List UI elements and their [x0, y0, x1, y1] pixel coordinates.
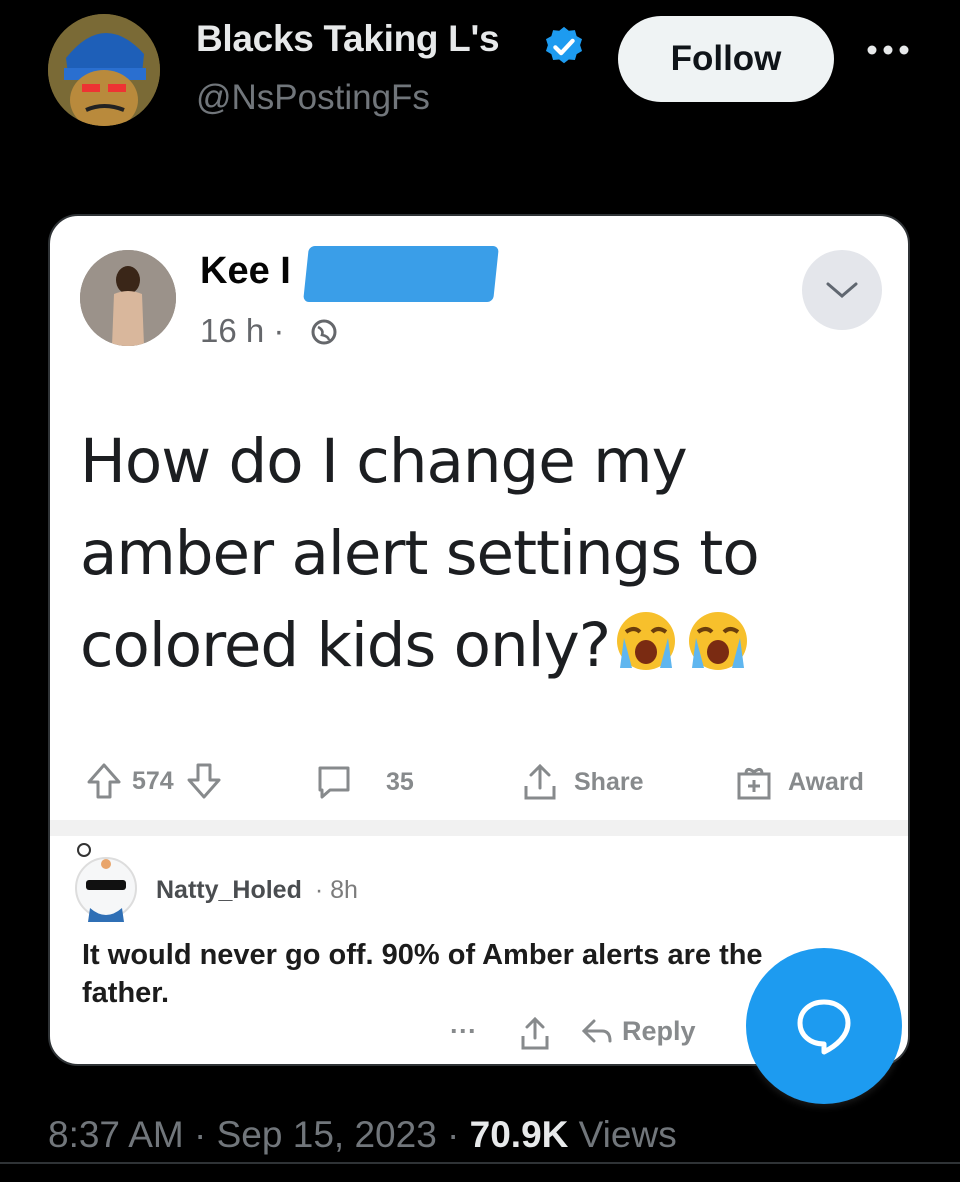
commenter-meta: Natty_Holed · 8h	[156, 876, 358, 905]
fb-post-line-1: How do I change my	[80, 426, 688, 497]
views-count: 70.9K	[469, 1114, 569, 1155]
comment-text: It would never go off. 90% of Amber aler…	[82, 939, 763, 1009]
follow-button[interactable]: Follow	[618, 16, 834, 102]
reply-arrow-icon	[581, 1019, 612, 1042]
globe-icon	[310, 318, 338, 346]
comment-reply-label: Reply	[622, 1016, 696, 1046]
author-name[interactable]: Blacks Taking L's	[196, 18, 500, 60]
more-options-icon[interactable]	[866, 42, 910, 58]
divider-line	[0, 1162, 960, 1164]
comment-more-options: ···	[450, 1016, 477, 1046]
commenter-username: Natty_Holed	[156, 876, 302, 904]
upvote-count: 574	[132, 766, 174, 795]
author-handle[interactable]: @NsPostingFs	[196, 78, 430, 118]
share-label: Share	[574, 767, 644, 796]
author-avatar[interactable]	[48, 14, 160, 126]
compose-reply-button[interactable]	[746, 948, 902, 1104]
reddit-action-bar: 574 35 Share Award	[50, 748, 908, 818]
fb-post-line-3: colored kids only?	[80, 610, 611, 681]
comment-count: 35	[386, 767, 414, 796]
fb-post-text: How do I change my amber alert settings …	[80, 416, 880, 692]
section-divider	[50, 820, 908, 836]
downvote-icon	[187, 763, 221, 799]
share-icon	[524, 763, 556, 800]
redaction-mark	[303, 246, 499, 302]
tweet-timestamp[interactable]: 8:37 AM · Sep 15, 2023 ·	[48, 1114, 470, 1155]
fb-author-name: Kee I	[200, 250, 291, 292]
fb-post-line-2: amber alert settings to	[80, 518, 760, 589]
comment-share-icon	[518, 1016, 552, 1052]
commenter-avatar	[72, 842, 140, 922]
award-gift-icon	[737, 767, 771, 800]
crying-face-icon	[689, 612, 748, 670]
chevron-down-icon	[826, 282, 858, 298]
tweet-media-image[interactable]: Kee I 16 h · How do I change my amber al…	[48, 214, 910, 1066]
award-label: Award	[788, 767, 864, 796]
crying-face-icon	[617, 612, 676, 670]
tweet-meta: 8:37 AM · Sep 15, 2023 · 70.9K Views	[48, 1114, 677, 1156]
fb-post-time: 16 h ·	[200, 312, 285, 349]
comment-icon	[318, 766, 350, 799]
verified-badge-icon	[541, 24, 587, 70]
views-label: Views	[568, 1114, 677, 1155]
comment-age: · 8h	[314, 876, 358, 904]
upvote-icon	[87, 763, 121, 799]
reply-bubble-icon	[797, 999, 851, 1055]
fb-author-avatar	[80, 250, 176, 346]
post-options-button	[802, 250, 882, 330]
